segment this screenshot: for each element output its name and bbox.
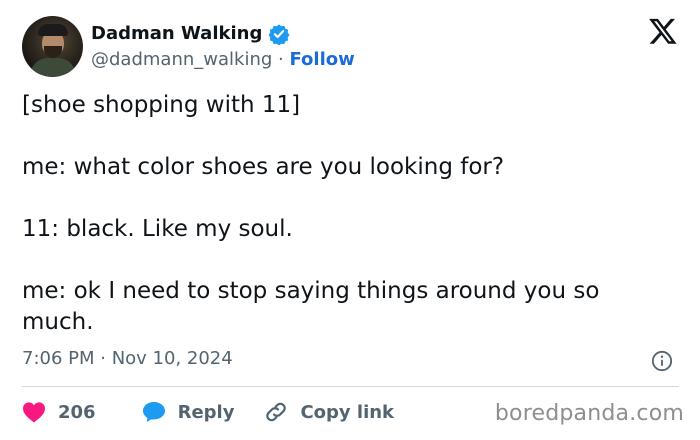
link-icon xyxy=(266,402,287,422)
divider xyxy=(22,386,679,387)
avatar-hat xyxy=(38,24,68,36)
avatar-beard xyxy=(44,46,62,58)
info-icon[interactable] xyxy=(651,350,673,372)
avatar[interactable] xyxy=(22,16,83,77)
copy-link-label: Copy link xyxy=(300,401,395,423)
tweet-text: [shoe shopping with 11] me: what color s… xyxy=(22,90,677,338)
watermark: boredpanda.com xyxy=(494,401,684,426)
like-count: 206 xyxy=(58,401,96,423)
follow-button[interactable]: Follow xyxy=(289,49,354,70)
heart-icon xyxy=(23,402,45,423)
avatar-torso xyxy=(30,58,76,77)
author-name-row[interactable]: Dadman Walking xyxy=(91,22,290,46)
copy-link-button[interactable]: Copy link xyxy=(264,400,394,424)
speech-bubble-icon xyxy=(142,402,165,422)
author-handle-row: @dadmann_walking · Follow xyxy=(91,48,355,72)
handle-separator: · xyxy=(278,49,284,70)
verified-badge-icon xyxy=(268,24,290,45)
author-handle[interactable]: @dadmann_walking xyxy=(91,49,272,70)
tweet-line: 11: black. Like my soul. xyxy=(22,216,293,242)
reply-button[interactable]: Reply xyxy=(142,401,235,423)
reply-label: Reply xyxy=(177,401,235,423)
author-display-name[interactable]: Dadman Walking xyxy=(91,22,262,46)
tweet-timestamp[interactable]: 7:06 PM · Nov 10, 2024 xyxy=(22,347,233,371)
x-logo-icon[interactable] xyxy=(648,16,678,46)
tweet-line: [shoe shopping with 11] xyxy=(22,92,301,118)
tweet-line: me: what color shoes are you looking for… xyxy=(22,154,505,180)
tweet-line: me: ok I need to stop saying things arou… xyxy=(22,278,600,335)
action-bar: 206 Reply Copy link xyxy=(22,400,394,424)
like-button[interactable]: 206 xyxy=(22,401,96,423)
